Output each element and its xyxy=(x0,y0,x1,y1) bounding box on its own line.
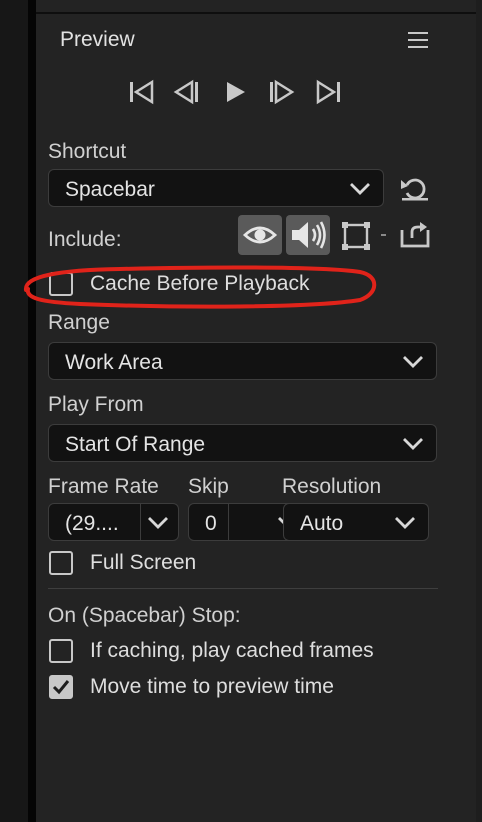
dropdown-split-separator xyxy=(228,504,229,540)
cache-before-playback-checkbox[interactable] xyxy=(49,272,73,296)
reset-icon[interactable] xyxy=(398,173,432,203)
section-divider xyxy=(48,588,438,589)
separator-dot xyxy=(381,234,386,236)
preview-panel: Preview Shortcut Spacebar Include: Cache… xyxy=(36,0,476,822)
full-screen-checkbox[interactable] xyxy=(49,551,73,575)
go-to-start-icon[interactable] xyxy=(126,78,156,106)
export-icon[interactable] xyxy=(398,220,432,250)
dropdown-split-separator xyxy=(140,504,141,540)
left-panel-edge xyxy=(0,0,30,822)
transport-controls xyxy=(126,78,356,106)
resolution-value: Auto xyxy=(300,512,344,535)
move-time-label: Move time to preview time xyxy=(90,675,334,698)
frame-rate-dropdown[interactable]: (29.... xyxy=(48,503,179,541)
shortcut-value: Spacebar xyxy=(65,178,155,201)
go-to-end-icon[interactable] xyxy=(314,78,344,106)
frame-rate-value: (29.... xyxy=(65,512,119,535)
panel-title: Preview xyxy=(60,28,135,51)
step-back-icon[interactable] xyxy=(172,78,202,106)
chevron-down-icon xyxy=(395,517,415,529)
play-cached-frames-label: If caching, play cached frames xyxy=(90,639,374,662)
frame-rate-label: Frame Rate xyxy=(48,475,159,498)
on-stop-label: On (Spacebar) Stop: xyxy=(48,604,241,627)
speaker-icon[interactable] xyxy=(286,215,330,255)
play-icon[interactable] xyxy=(220,78,250,106)
full-screen-label: Full Screen xyxy=(90,551,197,574)
panel-top-border xyxy=(36,12,476,14)
panel-divider[interactable] xyxy=(28,0,36,822)
skip-label: Skip xyxy=(188,475,229,498)
move-time-checkbox[interactable] xyxy=(49,675,73,699)
range-value: Work Area xyxy=(65,351,163,374)
shortcut-dropdown[interactable]: Spacebar xyxy=(48,169,384,207)
play-from-value: Start Of Range xyxy=(65,433,206,456)
chevron-down-icon xyxy=(403,356,423,368)
play-cached-frames-checkbox[interactable] xyxy=(49,639,73,663)
eye-icon[interactable] xyxy=(238,215,282,255)
resolution-label: Resolution xyxy=(282,475,382,498)
resolution-dropdown[interactable]: Auto xyxy=(283,503,429,541)
include-label: Include: xyxy=(48,228,122,251)
range-dropdown[interactable]: Work Area xyxy=(48,342,437,380)
play-from-dropdown[interactable]: Start Of Range xyxy=(48,424,437,462)
checkmark-icon xyxy=(52,680,70,695)
cache-before-playback-label: Cache Before Playback xyxy=(90,272,310,295)
chevron-down-icon xyxy=(148,517,168,529)
play-from-label: Play From xyxy=(48,393,144,416)
chevron-down-icon xyxy=(350,183,370,195)
skip-value: 0 xyxy=(205,512,217,535)
chevron-down-icon xyxy=(403,438,423,450)
shortcut-label: Shortcut xyxy=(48,140,127,163)
range-label: Range xyxy=(48,311,110,334)
frame-icon[interactable] xyxy=(340,220,372,252)
hamburger-menu-icon[interactable] xyxy=(408,32,428,50)
step-forward-icon[interactable] xyxy=(266,78,296,106)
